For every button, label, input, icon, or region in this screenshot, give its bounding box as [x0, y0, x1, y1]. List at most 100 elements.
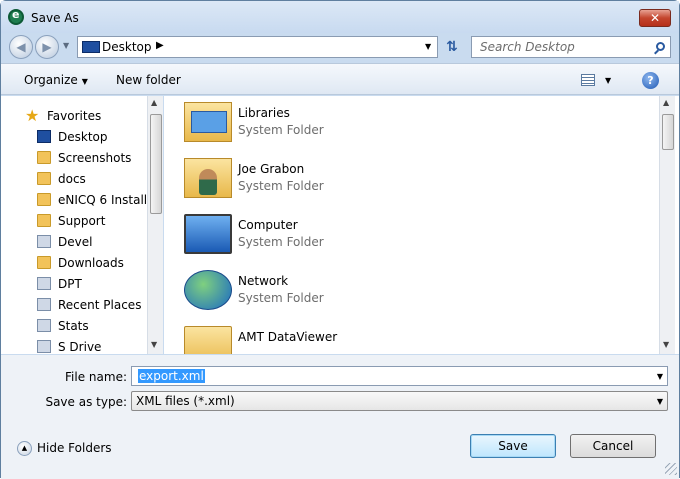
- address-text[interactable]: Desktop: [102, 40, 152, 54]
- computer-icon: [184, 214, 232, 254]
- sidebar-item-enicq-install[interactable]: eNICQ 6 Install: [1, 190, 147, 210]
- back-arrow-icon: ◀: [16, 40, 26, 54]
- close-icon: ✕: [649, 11, 661, 25]
- save-as-dialog: Save As ✕ ◀ ▶ ▼ Desktop ▶ ▼ ⇅ Search Des…: [0, 0, 680, 479]
- sidebar-item-devel[interactable]: Devel: [1, 232, 147, 252]
- breadcrumb-chevron-icon[interactable]: ▶: [156, 40, 164, 51]
- refresh-button[interactable]: ⇅: [441, 37, 463, 57]
- organize-label: Organize: [24, 73, 78, 87]
- search-input[interactable]: Search Desktop: [471, 36, 671, 58]
- chevron-down-icon[interactable]: ▼: [657, 372, 663, 381]
- scroll-thumb[interactable]: [662, 114, 674, 150]
- folder-icon: [37, 172, 51, 185]
- scroll-down-icon[interactable]: ▼: [663, 340, 669, 349]
- sidebar-item-label: Recent Places: [58, 298, 142, 312]
- file-name-value[interactable]: export.xml: [138, 369, 205, 383]
- network-drive-icon: [37, 340, 51, 353]
- scroll-up-icon[interactable]: ▲: [151, 98, 157, 107]
- scroll-down-icon[interactable]: ▼: [151, 340, 157, 349]
- sidebar-item-label: DPT: [58, 277, 82, 291]
- recent-places-icon: [37, 298, 51, 311]
- forward-arrow-icon: ▶: [42, 40, 52, 54]
- file-name-label: File name:: [65, 370, 127, 384]
- library-icon: [37, 235, 51, 248]
- navigation-scrollbar[interactable]: ▲ ▼: [147, 96, 163, 354]
- sidebar-item-desktop[interactable]: Desktop: [1, 127, 147, 147]
- file-type: System Folder: [238, 179, 324, 193]
- sidebar-item-support[interactable]: Support: [1, 211, 147, 231]
- file-list: Libraries System Folder Joe Grabon Syste…: [164, 96, 679, 354]
- app-icon: [8, 8, 24, 25]
- sidebar-item-label: Favorites: [47, 109, 102, 123]
- forward-button[interactable]: ▶: [35, 35, 59, 59]
- folder-icon: [37, 193, 51, 206]
- save-type-label: Save as type:: [45, 395, 127, 409]
- sidebar-item-label: Screenshots: [58, 151, 132, 165]
- sidebar-item-label: docs: [58, 172, 86, 186]
- organize-menu[interactable]: Organize ▼: [24, 73, 88, 87]
- view-dropdown-icon[interactable]: ▼: [605, 76, 611, 85]
- sidebar-item-label: eNICQ 6 Install: [58, 193, 148, 207]
- library-icon: [37, 277, 51, 290]
- file-name: Libraries: [238, 106, 290, 120]
- folder-icon: [184, 326, 232, 354]
- resize-grip-icon[interactable]: [665, 463, 677, 475]
- title-bar[interactable]: Save As ✕: [1, 1, 679, 33]
- scroll-thumb[interactable]: [150, 114, 162, 214]
- search-placeholder: Search Desktop: [480, 40, 575, 54]
- sidebar-item-recent-places[interactable]: Recent Places: [1, 295, 147, 315]
- sidebar-item-label: Devel: [58, 235, 93, 249]
- address-dropdown-icon[interactable]: ▼: [425, 42, 431, 51]
- sidebar-item-screenshots[interactable]: Screenshots: [1, 148, 147, 168]
- search-icon[interactable]: [656, 42, 665, 51]
- command-bar: Organize ▼ New folder ▼ ?: [1, 63, 679, 95]
- list-item[interactable]: AMT DataViewer: [184, 320, 644, 354]
- navigation-bar: ◀ ▶ ▼ Desktop ▶ ▼ ⇅ Search Desktop: [1, 33, 679, 61]
- file-type: System Folder: [238, 291, 324, 305]
- close-button[interactable]: ✕: [639, 9, 671, 27]
- refresh-icon: ⇅: [446, 39, 458, 55]
- star-icon: ★: [25, 106, 40, 125]
- sidebar-item-downloads[interactable]: Downloads: [1, 253, 147, 273]
- save-button[interactable]: Save: [470, 434, 556, 458]
- file-type: System Folder: [238, 123, 324, 137]
- history-dropdown-icon[interactable]: ▼: [63, 41, 69, 50]
- file-name: Joe Grabon: [238, 162, 305, 176]
- save-type-select[interactable]: XML files (*.xml) ▼: [131, 391, 668, 411]
- folder-icon: [37, 214, 51, 227]
- file-name-field[interactable]: export.xml ▼: [131, 366, 668, 386]
- list-item[interactable]: Computer System Folder: [184, 208, 644, 264]
- file-type: System Folder: [238, 235, 324, 249]
- save-type-value: XML files (*.xml): [136, 394, 235, 408]
- sidebar-item-label: S Drive: [58, 340, 102, 354]
- navigation-pane: ★ Favorites Desktop Screenshots docs eNI…: [1, 96, 163, 354]
- view-options-icon[interactable]: [581, 74, 595, 86]
- file-name: Network: [238, 274, 289, 288]
- list-item[interactable]: Network System Folder: [184, 264, 644, 320]
- back-button[interactable]: ◀: [9, 35, 33, 59]
- hide-folders-label: Hide Folders: [37, 441, 112, 455]
- library-icon: [37, 319, 51, 332]
- chevron-down-icon: ▼: [656, 397, 663, 406]
- scroll-up-icon[interactable]: ▲: [663, 98, 669, 107]
- chevron-up-icon: ▲: [17, 441, 32, 456]
- hide-folders-button[interactable]: ▲ Hide Folders: [17, 441, 112, 456]
- sidebar-item-label: Support: [58, 214, 106, 228]
- new-folder-button[interactable]: New folder: [116, 73, 181, 87]
- cancel-button[interactable]: Cancel: [570, 434, 656, 458]
- sidebar-item-dpt[interactable]: DPT: [1, 274, 147, 294]
- list-item[interactable]: Joe Grabon System Folder: [184, 152, 644, 208]
- sidebar-item-label: Stats: [58, 319, 89, 333]
- window-title: Save As: [31, 11, 79, 25]
- desktop-icon: [82, 41, 100, 53]
- address-bar[interactable]: Desktop ▶ ▼: [77, 36, 438, 58]
- file-list-scrollbar[interactable]: ▲ ▼: [659, 96, 675, 354]
- sidebar-item-stats[interactable]: Stats: [1, 316, 147, 336]
- list-item[interactable]: Libraries System Folder: [184, 96, 644, 152]
- sidebar-item-favorites[interactable]: ★ Favorites: [1, 106, 147, 126]
- help-icon[interactable]: ?: [642, 72, 659, 89]
- folder-icon: [37, 151, 51, 164]
- user-folder-icon: [184, 158, 232, 198]
- sidebar-item-s-drive[interactable]: S Drive: [1, 337, 147, 357]
- sidebar-item-docs[interactable]: docs: [1, 169, 147, 189]
